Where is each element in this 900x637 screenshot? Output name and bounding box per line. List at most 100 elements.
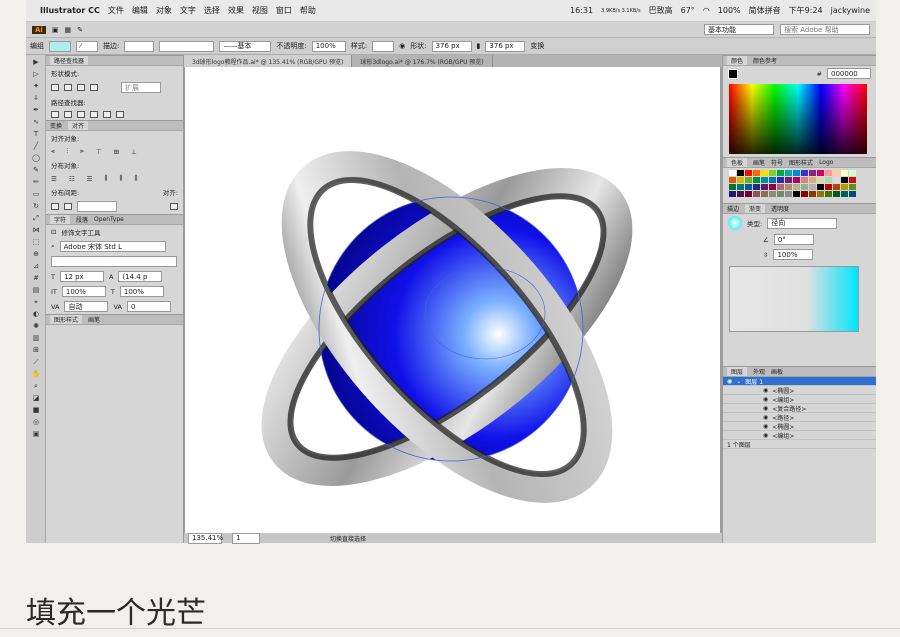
angle-field[interactable]: 0° xyxy=(773,234,814,245)
swatch[interactable] xyxy=(745,177,752,183)
menubar-user[interactable]: jackywine xyxy=(831,6,870,15)
globe-icon[interactable]: ◉ xyxy=(399,42,405,50)
swatch[interactable] xyxy=(753,177,760,183)
eraser-icon[interactable]: ▭ xyxy=(30,190,42,199)
swatch[interactable] xyxy=(809,177,816,183)
width-tool-icon[interactable]: ⋈ xyxy=(30,226,42,235)
stroke-tab[interactable]: 描边 xyxy=(727,204,739,213)
layer-row-top[interactable]: ◉ ⌄ 图层 1 xyxy=(723,377,876,386)
swatch[interactable] xyxy=(833,177,840,183)
magic-wand-icon[interactable]: ✦ xyxy=(30,82,42,91)
height-field[interactable]: 376 px xyxy=(485,40,526,52)
swatch[interactable] xyxy=(729,191,736,197)
swatch[interactable] xyxy=(809,191,816,197)
stroke-weight[interactable] xyxy=(124,40,155,52)
swatch[interactable] xyxy=(825,177,832,183)
color-spectrum[interactable] xyxy=(729,84,867,154)
disclosure-icon[interactable]: ⌄ xyxy=(736,378,741,385)
app-menu[interactable]: Illustrator CC xyxy=(40,6,100,15)
swatch[interactable] xyxy=(769,177,776,183)
color-guide-tab[interactable]: 颜色参考 xyxy=(753,56,777,65)
eye-icon[interactable]: ◉ xyxy=(763,387,768,394)
zoom-field[interactable]: 135.41% xyxy=(188,532,223,544)
swatch[interactable] xyxy=(793,191,800,197)
swatch[interactable] xyxy=(809,184,816,190)
swatch[interactable] xyxy=(793,170,800,176)
swatch[interactable] xyxy=(777,191,784,197)
arrange-icon[interactable]: ▦ xyxy=(64,26,71,34)
perspective-icon[interactable]: ⊿ xyxy=(30,262,42,271)
link-icon[interactable]: ▮ xyxy=(477,42,481,50)
swatch[interactable] xyxy=(825,184,832,190)
variable-width[interactable] xyxy=(159,40,215,52)
brush-def[interactable]: —— 基本 xyxy=(219,40,272,52)
eye-icon[interactable]: ◉ xyxy=(763,432,768,439)
menu-help[interactable]: 帮助 xyxy=(300,5,316,16)
paintbrush-icon[interactable]: ✎ xyxy=(30,166,42,175)
space-h-icon[interactable] xyxy=(64,203,72,210)
swatch[interactable] xyxy=(737,177,744,183)
width-field[interactable]: 376 px xyxy=(431,40,472,52)
curvature-icon[interactable]: ∿ xyxy=(30,118,42,127)
divide-icon[interactable] xyxy=(51,111,59,118)
menu-object[interactable]: 对象 xyxy=(156,5,172,16)
leading-field[interactable]: (14.4 p xyxy=(118,271,163,282)
swatch[interactable] xyxy=(785,170,792,176)
dist-left-icon[interactable]: ⫼ xyxy=(104,174,107,183)
input-method[interactable]: 简体拼音 xyxy=(749,5,781,16)
swatch[interactable] xyxy=(737,170,744,176)
pencil-icon[interactable]: ✏ xyxy=(30,178,42,187)
scale-icon[interactable]: ⤢ xyxy=(30,214,42,223)
menu-file[interactable]: 文件 xyxy=(108,5,124,16)
type-tool-icon[interactable]: T xyxy=(30,130,42,139)
align-bottom-icon[interactable]: ⊥ xyxy=(131,148,137,156)
swatch[interactable] xyxy=(785,191,792,197)
pen-tool-icon[interactable]: ✒ xyxy=(30,106,42,115)
menu-effect[interactable]: 效果 xyxy=(228,5,244,16)
character-tab[interactable]: 字符 xyxy=(50,215,71,224)
slice-icon[interactable]: ⟋ xyxy=(30,358,42,367)
eye-icon[interactable]: ◉ xyxy=(763,423,768,430)
layer-item[interactable]: ◉ <复合路径> xyxy=(723,404,876,413)
swatch[interactable] xyxy=(769,191,776,197)
rotate-icon[interactable]: ↻ xyxy=(30,202,42,211)
menu-type[interactable]: 文字 xyxy=(180,5,196,16)
appearance-tab[interactable]: 外观 xyxy=(753,367,765,376)
brush-icon[interactable]: ✎ xyxy=(77,26,83,34)
swatch[interactable] xyxy=(777,177,784,183)
swatch[interactable] xyxy=(761,191,768,197)
eye-icon[interactable]: ◉ xyxy=(727,378,732,385)
swatch[interactable] xyxy=(849,184,856,190)
help-search[interactable]: 搜索 Adobe 帮助 xyxy=(780,24,870,35)
swatch[interactable] xyxy=(825,170,832,176)
swatch[interactable] xyxy=(833,184,840,190)
swatch[interactable] xyxy=(841,170,848,176)
menu-select[interactable]: 选择 xyxy=(204,5,220,16)
transform-link[interactable]: 变换 xyxy=(530,41,544,51)
lasso-icon[interactable]: ↆ xyxy=(30,94,42,103)
expand-button[interactable]: 扩展 xyxy=(121,82,161,93)
artboard-nav[interactable]: 1 xyxy=(232,532,260,544)
swatch[interactable] xyxy=(793,177,800,183)
vscale-field[interactable]: 100% xyxy=(61,286,106,297)
swatch[interactable] xyxy=(745,184,752,190)
gradient-preview[interactable] xyxy=(728,216,742,230)
screen-mode-icon[interactable]: ▣ xyxy=(30,430,42,439)
space-v-icon[interactable] xyxy=(51,203,59,210)
pathfinder-tab[interactable]: 路径查找器 xyxy=(50,56,89,65)
menu-view[interactable]: 视图 xyxy=(252,5,268,16)
minus-back-icon[interactable] xyxy=(116,111,124,118)
dist-top-icon[interactable]: ☰ xyxy=(51,175,57,183)
layer-item[interactable]: ◉ <路径> xyxy=(723,413,876,422)
swatch[interactable] xyxy=(785,184,792,190)
eye-icon[interactable]: ◉ xyxy=(763,414,768,421)
touch-type-row[interactable]: ⊡ 修饰文字工具 xyxy=(46,225,183,239)
swatch[interactable] xyxy=(849,177,856,183)
swatch[interactable] xyxy=(729,177,736,183)
opacity-field[interactable]: 100% xyxy=(311,40,346,52)
font-style-field[interactable] xyxy=(51,256,177,267)
dist-bottom-icon[interactable]: ☰ xyxy=(87,175,93,183)
mesh-icon[interactable]: # xyxy=(30,274,42,283)
gradient-slider[interactable] xyxy=(729,266,859,332)
minus-front-icon[interactable] xyxy=(64,84,72,91)
